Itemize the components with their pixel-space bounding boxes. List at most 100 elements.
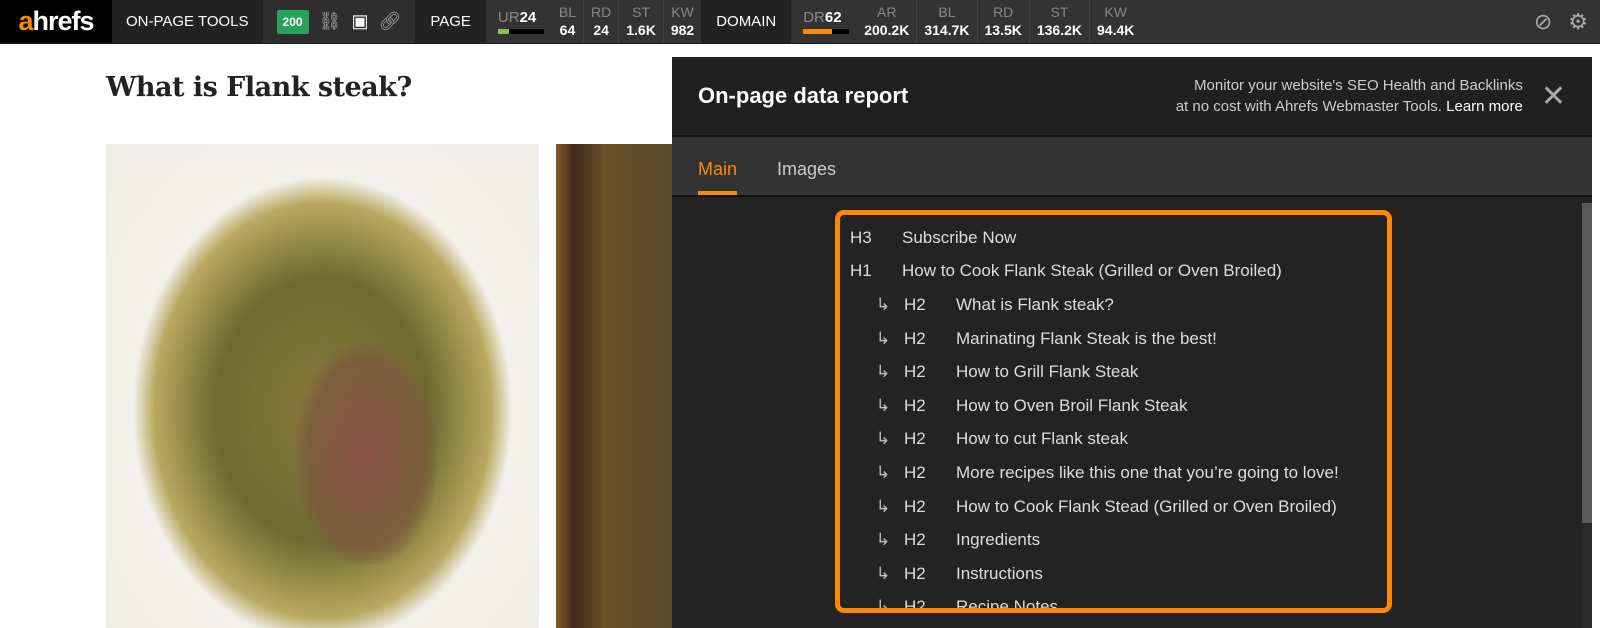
metric-label: ST [1050, 3, 1069, 20]
nested-arrow-icon: ↳ [876, 462, 891, 482]
nested-arrow-icon: ↳ [876, 563, 891, 583]
heading-text: Recipe Notes [956, 597, 1059, 613]
metric-value: 136.2K [1036, 21, 1083, 38]
flank-steak-image [106, 144, 539, 628]
heading-row: H3 Subscribe Now [850, 221, 1377, 255]
heading-row: ↳ H2 More recipes like this one that you’r… [850, 456, 1377, 490]
heading-row: H1 How to Cook Flank Steak (Grilled or Ov… [850, 255, 1377, 289]
heading-tag: H2 [904, 496, 926, 516]
heading-row: ↳ H2 What is Flank steak? [850, 288, 1377, 322]
heading-tag: H2 [904, 563, 926, 583]
heading-text: How to Cook Flank Steak (Grilled or Oven… [902, 261, 1282, 281]
heading-text: What is Flank steak? [956, 294, 1114, 314]
heading-row: ↳ H2 Marinating Flank Steak is the best! [850, 322, 1377, 356]
domain-label: DOMAIN [701, 0, 792, 43]
on-page-tools-label[interactable]: ON-PAGE TOOLS [112, 0, 263, 43]
tab-images[interactable]: Images [777, 137, 836, 195]
heading-tag: H2 [904, 294, 926, 314]
metric-label: RD [591, 3, 612, 20]
nested-arrow-icon: ↳ [876, 294, 891, 314]
heading-text: How to Oven Broil Flank Steak [956, 395, 1188, 415]
link-icon[interactable]: 🔗︎ [378, 11, 401, 32]
metric-value: 94.4K [1097, 21, 1135, 38]
clipboard-icon[interactable]: ▣ [351, 11, 368, 32]
tab-main[interactable]: Main [698, 137, 738, 195]
close-icon[interactable]: ✕ [1541, 79, 1566, 114]
nested-arrow-icon: ↳ [876, 530, 891, 550]
metric-label: KW [1104, 3, 1127, 20]
heading-text: How to Cook Flank Stead (Grilled or Oven… [956, 496, 1337, 516]
heading-text: More recipes like this one that you’re g… [956, 462, 1339, 482]
ahrefs-logo[interactable]: a hrefs [0, 0, 112, 43]
metric-bl[interactable]: BL 314.7K [916, 0, 976, 43]
metric-label: RD [993, 3, 1014, 20]
metric-value: 982 [670, 21, 695, 38]
scrollbar[interactable] [1582, 203, 1592, 628]
metric-value: 64 [559, 21, 576, 38]
dr-bar [803, 29, 850, 34]
panel-title: On-page data report [698, 83, 909, 108]
ur-bar [497, 29, 544, 34]
nested-arrow-icon: ↳ [876, 328, 891, 348]
promo-text: Monitor your website's SEO Health and Ba… [1175, 77, 1523, 115]
metric-label: ST [632, 3, 650, 20]
metric-value: 1.6K [626, 21, 656, 38]
heading-row: ↳ H2 How to Oven Broil Flank Steak [850, 389, 1377, 423]
heading-row: ↳ H2 How to Cook Flank Stead (Grilled or O… [850, 490, 1377, 524]
metric-ar[interactable]: AR 200.2K [857, 0, 916, 43]
metric-st[interactable]: ST 1.6K [618, 0, 663, 43]
metric-kw[interactable]: KW 982 [662, 0, 701, 43]
on-page-report-panel: On-page data report Monitor your website… [672, 57, 1592, 628]
metric-value: 200.2K [864, 21, 910, 38]
metric-label: BL [558, 3, 577, 20]
heading-tag: H2 [904, 429, 926, 449]
nested-arrow-icon: ↳ [876, 597, 891, 613]
grilled-steak-image [556, 144, 676, 628]
disable-icon[interactable]: ⊘ [1534, 9, 1552, 35]
gear-icon[interactable]: ⚙ [1568, 9, 1588, 35]
metric-kw[interactable]: KW 94.4K [1089, 0, 1141, 43]
metric-value: 314.7K [924, 21, 970, 38]
heading-row: ↳ H2 Ingredients [850, 523, 1377, 557]
heading-text: Ingredients [956, 530, 1041, 550]
learn-more-link[interactable]: Learn more [1446, 98, 1523, 115]
heading-tag: H2 [904, 328, 926, 348]
broken-link-icon[interactable]: ⛓ [319, 11, 342, 32]
heading-row: ↳ H2 How to Grill Flank Steak [850, 355, 1377, 389]
metric-value: 13.5K [984, 21, 1022, 38]
heading-text: Instructions [956, 563, 1043, 583]
domain-metrics: AR 200.2K BL 314.7K RD 13.5K ST 136.2K KW 94.4K [857, 0, 1141, 43]
heading-row: ↳ H2 Instructions [850, 557, 1377, 591]
url-rating[interactable]: UR24 [486, 0, 552, 43]
page-label: PAGE [415, 0, 486, 43]
nested-arrow-icon: ↳ [876, 429, 891, 449]
heading-tag: H2 [904, 597, 926, 613]
heading-text: Subscribe Now [902, 227, 1017, 247]
domain-rating[interactable]: DR62 [791, 0, 857, 43]
heading-text: Marinating Flank Steak is the best! [956, 328, 1217, 348]
status-badge: 200 [276, 9, 309, 34]
headings-list: H3 Subscribe Now H1 How to Cook Flank Steak… [835, 210, 1392, 613]
metric-label: BL [938, 3, 956, 20]
heading-tag: H2 [904, 362, 926, 382]
metric-rd[interactable]: RD 24 [583, 0, 618, 43]
heading-text: How to Grill Flank Steak [956, 362, 1139, 382]
heading-row: ↳ H2 How to cut Flank steak [850, 423, 1377, 457]
metric-rd[interactable]: RD 13.5K [976, 0, 1029, 43]
metric-value: 24 [593, 21, 609, 38]
nested-arrow-icon: ↳ [876, 362, 891, 382]
heading-text: How to cut Flank steak [956, 429, 1128, 449]
metric-bl[interactable]: BL 64 [552, 0, 583, 43]
nested-arrow-icon: ↳ [876, 395, 891, 415]
heading-tag: H2 [904, 395, 926, 415]
metric-label: AR [877, 3, 897, 20]
heading-tag: H2 [904, 462, 926, 482]
ahrefs-toolbar: a hrefs ON-PAGE TOOLS 200 ⛓ ▣ 🔗︎ PAGE UR2… [0, 0, 1600, 44]
metric-label: KW [671, 3, 694, 20]
metric-st[interactable]: ST 136.2K [1028, 0, 1089, 43]
heading-tag: H2 [904, 530, 926, 550]
article-heading: What is Flank steak? [106, 72, 412, 103]
heading-tag: H3 [850, 227, 872, 247]
heading-row: ↳ H2 Recipe Notes [850, 591, 1377, 613]
nested-arrow-icon: ↳ [876, 496, 891, 516]
